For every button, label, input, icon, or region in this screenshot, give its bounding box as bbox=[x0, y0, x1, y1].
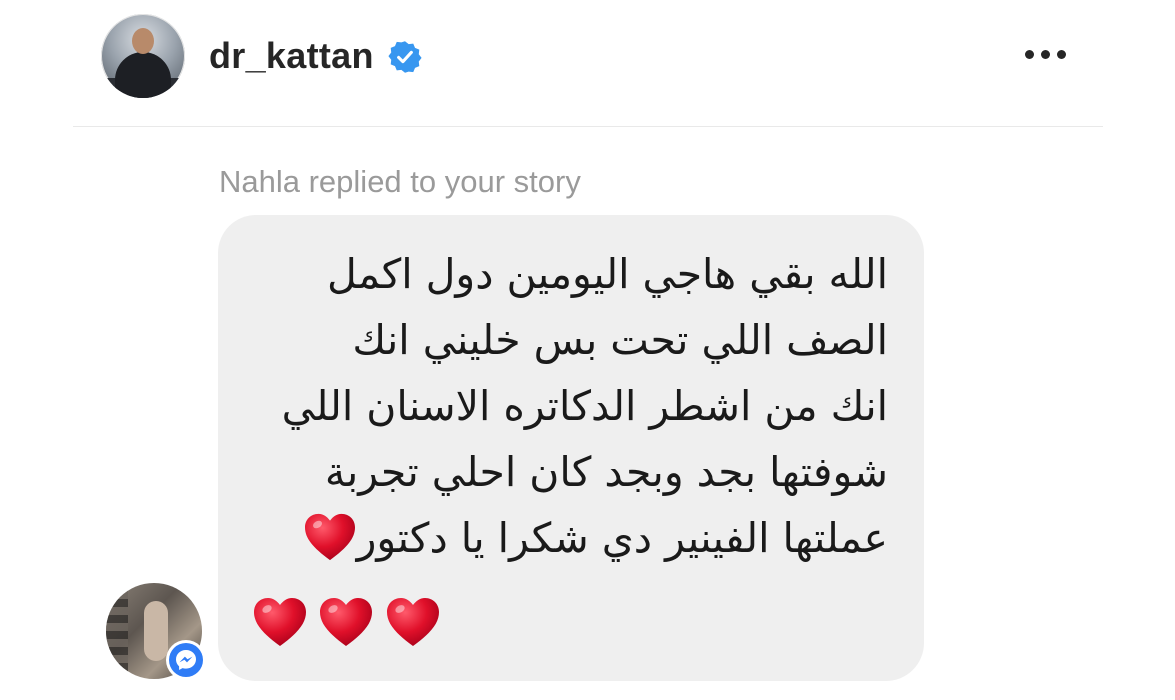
heart-emoji-icon bbox=[254, 598, 306, 646]
message-line-last: عملتها الفينير دي شكرا يا دكتور bbox=[248, 505, 888, 571]
message-text: الله بقي هاجي اليومين دول اكمل الصف اللي… bbox=[248, 241, 888, 571]
message-line: الله بقي هاجي اليومين دول اكمل bbox=[326, 250, 888, 298]
heart-emoji-icon bbox=[386, 598, 439, 646]
message-line: عملتها الفينير دي شكرا يا دكتور bbox=[356, 514, 888, 562]
post-header: dr_kattan bbox=[0, 0, 1175, 126]
profile-avatar[interactable] bbox=[101, 14, 185, 98]
more-options-icon[interactable] bbox=[1021, 46, 1069, 66]
header-divider bbox=[73, 126, 1103, 127]
story-reply-label: Nahla replied to your story bbox=[219, 164, 581, 199]
trailing-hearts bbox=[252, 596, 447, 652]
heart-emoji-icon bbox=[320, 598, 373, 646]
messenger-icon bbox=[166, 640, 206, 680]
message-line: انك من اشطر الدكاتره الاسنان اللي bbox=[281, 382, 888, 430]
username[interactable]: dr_kattan bbox=[209, 34, 374, 78]
heart-emoji-icon bbox=[304, 513, 355, 561]
verified-badge-icon bbox=[388, 41, 422, 73]
message-line: الصف اللي تحت بس خليني انك bbox=[352, 316, 888, 364]
message-line: شوفتها بجد وبجد كان احلي تجربة bbox=[324, 448, 888, 496]
